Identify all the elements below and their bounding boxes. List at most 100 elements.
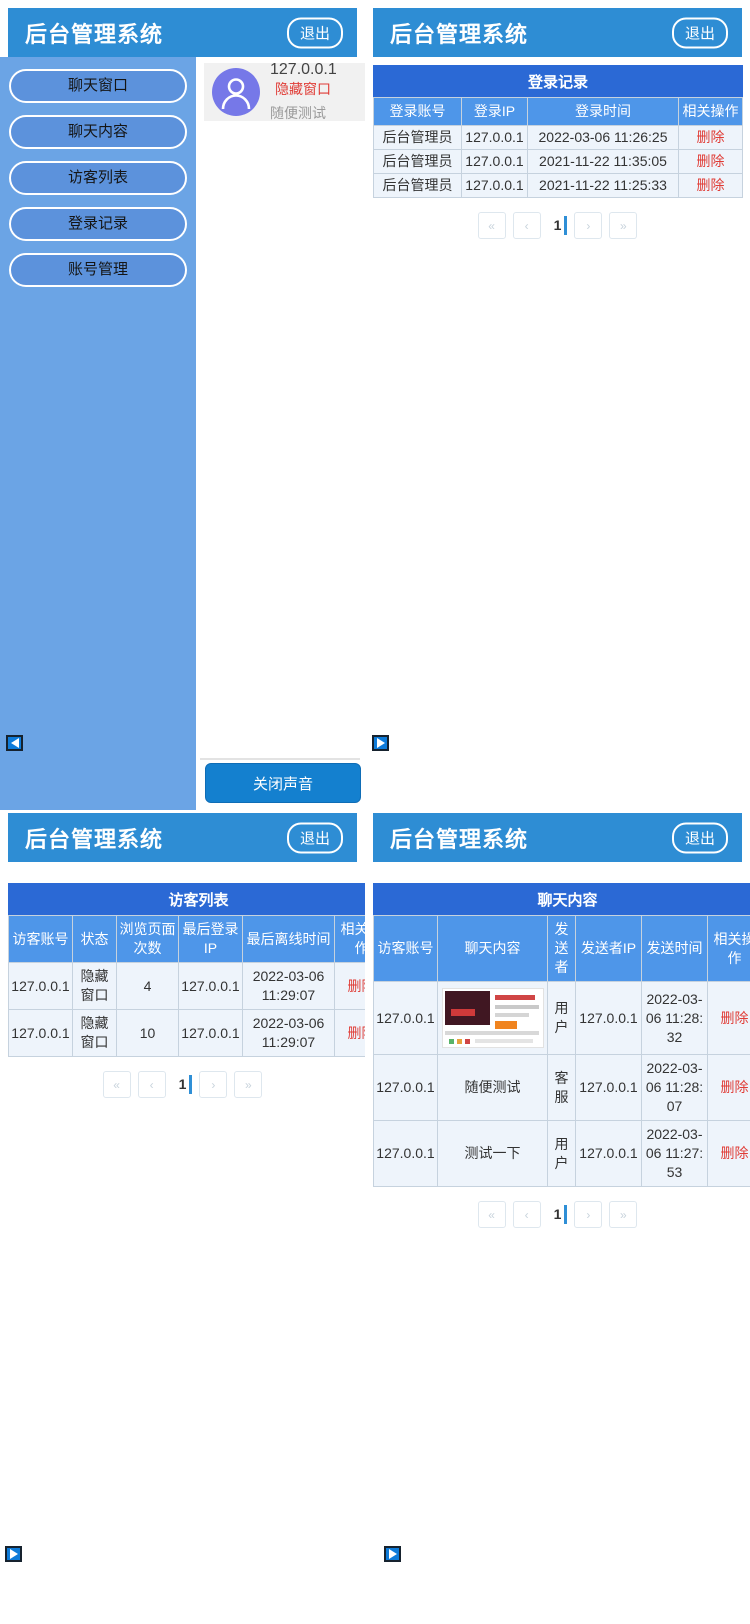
sidebar: 聊天窗口 聊天内容 访客列表 登录记录 账号管理 xyxy=(0,57,196,810)
visitor-status-badge: 隐藏窗口 xyxy=(275,81,331,97)
pagination-next-button[interactable]: › xyxy=(574,1201,602,1228)
delete-link[interactable]: 删除 xyxy=(708,1055,750,1121)
delete-link[interactable]: 删除 xyxy=(708,982,750,1055)
column-header-sender: 发送者 xyxy=(548,916,576,982)
logout-button[interactable]: 退出 xyxy=(287,822,343,853)
pagination-prev-button[interactable]: ‹ xyxy=(138,1071,166,1098)
cell-time: 2022-03-06 11:27:53 xyxy=(642,1121,708,1187)
cell-ip: 127.0.0.1 xyxy=(576,982,642,1055)
delete-link[interactable]: 删除 xyxy=(679,126,743,150)
logout-button[interactable]: 退出 xyxy=(672,17,728,48)
pagination-prev-button[interactable]: ‹ xyxy=(513,212,541,239)
panel-chat-content: 后台管理系统 退出 聊天内容 访客账号 聊天内容 发送者 发送者IP 发送时间 … xyxy=(365,813,750,1624)
column-header-account: 访客账号 xyxy=(9,916,73,963)
sidebar-item-chat-window[interactable]: 聊天窗口 xyxy=(9,69,187,103)
table-title: 聊天内容 xyxy=(374,884,750,916)
scroll-right-button[interactable] xyxy=(384,1546,401,1562)
app-title: 后台管理系统 xyxy=(8,17,163,49)
right-triangle-icon xyxy=(377,738,385,748)
delete-link[interactable]: 删除 xyxy=(679,150,743,174)
cell-content: 随便测试 xyxy=(438,1055,548,1121)
cell-sender: 用户 xyxy=(548,1121,576,1187)
pagination: « ‹ 1 › » xyxy=(365,1201,750,1228)
pagination-last-button[interactable]: » xyxy=(609,212,637,239)
delete-link[interactable]: 删除 xyxy=(335,1010,366,1057)
column-header-status: 状态 xyxy=(73,916,117,963)
chat-content-table: 聊天内容 访客账号 聊天内容 发送者 发送者IP 发送时间 相关操作 127.0… xyxy=(373,883,750,1187)
table-row: 127.0.0.1 随便测试 客服 127.0.0.1 2022-03-06 1… xyxy=(374,1055,750,1121)
cell-account: 127.0.0.1 xyxy=(374,982,438,1055)
cell-time: 2021-11-22 11:25:33 xyxy=(528,174,679,198)
cell-status: 隐藏窗口 xyxy=(73,963,117,1010)
logout-button[interactable]: 退出 xyxy=(672,822,728,853)
chat-session-item[interactable]: 127.0.0.1 隐藏窗口 随便测试 xyxy=(204,63,365,121)
delete-link[interactable]: 删除 xyxy=(708,1121,750,1187)
column-header-content: 聊天内容 xyxy=(438,916,548,982)
pagination-last-button[interactable]: » xyxy=(609,1201,637,1228)
pagination-next-button[interactable]: › xyxy=(199,1071,227,1098)
app-header: 后台管理系统 退出 xyxy=(373,813,742,862)
cell-time: 2022-03-06 11:28:07 xyxy=(642,1055,708,1121)
chat-image-thumbnail[interactable] xyxy=(442,988,544,1048)
right-triangle-icon xyxy=(389,1549,397,1559)
column-header-actions: 相关操作 xyxy=(708,916,750,982)
pagination-next-button[interactable]: › xyxy=(574,212,602,239)
column-header-sender-ip: 发送者IP xyxy=(576,916,642,982)
delete-link[interactable]: 删除 xyxy=(679,174,743,198)
table-row: 127.0.0.1 隐藏窗口 4 127.0.0.1 2022-03-06 11… xyxy=(9,963,366,1010)
column-header-views: 浏览页面次数 xyxy=(117,916,179,963)
chat-session-texts: 127.0.0.1 隐藏窗口 随便测试 xyxy=(270,61,365,123)
logout-button[interactable]: 退出 xyxy=(287,17,343,48)
cell-time: 2022-03-06 11:28:32 xyxy=(642,982,708,1055)
app-header: 后台管理系统 退出 xyxy=(8,8,357,57)
pagination-first-button[interactable]: « xyxy=(478,1201,506,1228)
delete-link[interactable]: 删除 xyxy=(335,963,366,1010)
cell-status: 隐藏窗口 xyxy=(73,1010,117,1057)
panel-visitor-list: 后台管理系统 退出 访客列表 访客账号 状态 浏览页面次数 最后登录IP 最后离… xyxy=(0,813,365,1624)
visitor-ip: 127.0.0.1 xyxy=(270,61,337,78)
table-row: 后台管理员 127.0.0.1 2021-11-22 11:25:33 删除 xyxy=(374,174,743,198)
table-row: 127.0.0.1 隐藏窗口 10 127.0.0.1 2022-03-06 1… xyxy=(9,1010,366,1057)
panel-login-records: 后台管理系统 退出 登录记录 登录账号 登录IP 登录时间 相关操作 后台管理员… xyxy=(365,0,750,810)
sidebar-item-login-records[interactable]: 登录记录 xyxy=(9,207,187,241)
table-title: 访客列表 xyxy=(9,884,366,916)
scroll-left-button[interactable] xyxy=(6,735,23,751)
cell-account: 后台管理员 xyxy=(374,126,462,150)
pagination-first-button[interactable]: « xyxy=(103,1071,131,1098)
pagination: « ‹ 1 › » xyxy=(365,212,750,239)
visitor-list-table: 访客列表 访客账号 状态 浏览页面次数 最后登录IP 最后离线时间 相关操作 1… xyxy=(8,883,365,1057)
cell-ip: 127.0.0.1 xyxy=(179,1010,243,1057)
login-records-table: 登录记录 登录账号 登录IP 登录时间 相关操作 后台管理员 127.0.0.1… xyxy=(373,65,743,198)
cell-account: 后台管理员 xyxy=(374,174,462,198)
scroll-right-button[interactable] xyxy=(372,735,389,751)
cell-time: 2021-11-22 11:35:05 xyxy=(528,150,679,174)
pagination-current-page: 1 xyxy=(173,1075,193,1094)
sidebar-item-visitor-list[interactable]: 访客列表 xyxy=(9,161,187,195)
cell-time: 2022-03-06 11:26:25 xyxy=(528,126,679,150)
app-header: 后台管理系统 退出 xyxy=(373,8,742,57)
pagination-current-page: 1 xyxy=(548,1205,568,1224)
sidebar-item-chat-content[interactable]: 聊天内容 xyxy=(9,115,187,149)
column-header-time: 登录时间 xyxy=(528,98,679,126)
last-message: 随便测试 xyxy=(270,103,365,123)
user-avatar-icon xyxy=(212,68,260,116)
scroll-right-button[interactable] xyxy=(5,1546,22,1562)
cell-sender: 客服 xyxy=(548,1055,576,1121)
cell-sender: 用户 xyxy=(548,982,576,1055)
cell-account: 127.0.0.1 xyxy=(374,1055,438,1121)
cell-ip: 127.0.0.1 xyxy=(462,126,528,150)
pagination: « ‹ 1 › » xyxy=(0,1071,365,1098)
cell-account: 127.0.0.1 xyxy=(9,1010,73,1057)
column-header-last-ip: 最后登录IP xyxy=(179,916,243,963)
pagination-first-button[interactable]: « xyxy=(478,212,506,239)
cell-views: 10 xyxy=(117,1010,179,1057)
cell-ip: 127.0.0.1 xyxy=(462,150,528,174)
pagination-prev-button[interactable]: ‹ xyxy=(513,1201,541,1228)
pagination-current-page: 1 xyxy=(548,216,568,235)
app-title: 后台管理系统 xyxy=(8,822,163,854)
column-header-account: 登录账号 xyxy=(374,98,462,126)
pagination-last-button[interactable]: » xyxy=(234,1071,262,1098)
mute-sound-button[interactable]: 关闭声音 xyxy=(205,763,361,803)
cell-ip: 127.0.0.1 xyxy=(576,1055,642,1121)
sidebar-item-account-management[interactable]: 账号管理 xyxy=(9,253,187,287)
